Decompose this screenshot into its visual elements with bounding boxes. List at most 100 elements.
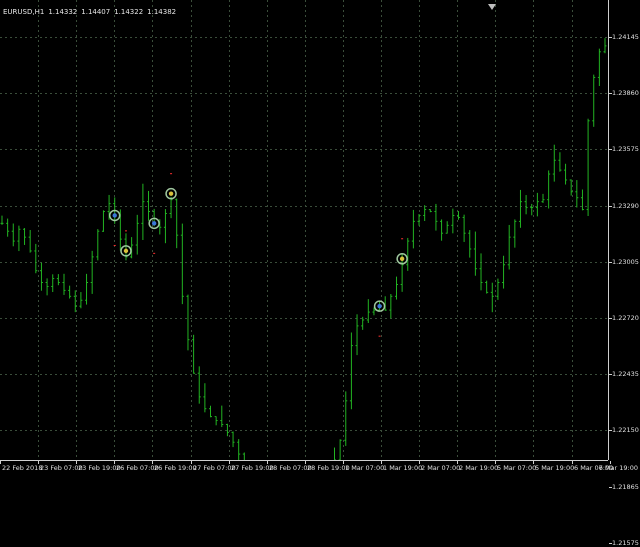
time-tick [457, 461, 458, 464]
candle [541, 193, 545, 203]
time-label: 22 Feb 2018 [2, 464, 43, 472]
candle [468, 230, 472, 258]
candle [473, 231, 477, 276]
candle [225, 423, 229, 437]
candle [513, 219, 517, 248]
candle [333, 447, 336, 460]
candle [203, 383, 207, 413]
time-label: 5 Mar 07:00 [497, 464, 537, 472]
candle [547, 170, 551, 209]
candle [349, 332, 353, 410]
candle [490, 282, 494, 313]
chart-window[interactable]: EURUSD,H1 1.14332 1.14407 1.14322 1.14382 1.… [0, 0, 640, 547]
candle [163, 209, 167, 244]
time-tick [152, 461, 153, 464]
candle [440, 219, 444, 241]
candle [180, 223, 184, 305]
signal-dot [112, 213, 117, 218]
price-axis[interactable]: 1.24145 1.23860 1.23575 1.23290 1.23005 1.227… [608, 0, 640, 547]
time-label: 26 Feb 19:00 [154, 464, 197, 472]
time-tick [267, 461, 268, 464]
candle [237, 439, 241, 460]
candle [524, 195, 528, 215]
candle [197, 366, 201, 404]
candle [90, 250, 94, 294]
candles [0, 38, 607, 460]
candle [366, 299, 370, 323]
time-tick [229, 461, 230, 464]
candle [456, 211, 460, 220]
chart-shift-marker[interactable] [488, 4, 496, 10]
candle [28, 229, 32, 253]
time-tick [0, 461, 1, 464]
price-label: 1.24145 [612, 33, 639, 41]
close-price: 1.14382 [147, 8, 177, 16]
grid-lines [0, 0, 608, 460]
candle [479, 253, 483, 291]
price-label: 1.23290 [612, 202, 639, 210]
candle [496, 278, 500, 300]
candle [417, 214, 421, 226]
time-label: 5 Mar 19:00 [535, 464, 575, 472]
buy-signal-icon [148, 217, 160, 254]
candle [586, 118, 590, 216]
candle [502, 255, 506, 289]
candle [485, 280, 489, 294]
signal-dot [399, 256, 405, 261]
candle [214, 416, 218, 426]
time-tick [419, 461, 420, 464]
time-label: 1 Mar 19:00 [383, 464, 423, 472]
candle [231, 431, 235, 448]
candlestick-chart[interactable] [0, 0, 608, 460]
candle [209, 405, 213, 418]
candle [592, 74, 596, 127]
candle [580, 189, 584, 211]
time-label: 23 Feb 19:00 [78, 464, 121, 472]
time-label: 23 Feb 07:00 [40, 464, 83, 472]
candle [192, 334, 196, 374]
candle [51, 274, 55, 293]
candle [389, 294, 393, 319]
time-tick [76, 461, 77, 464]
time-label: 26 Feb 07:00 [116, 464, 159, 472]
candle [242, 452, 245, 460]
candle [79, 292, 83, 309]
candle [39, 262, 43, 291]
candle [68, 285, 72, 299]
time-label: 28 Feb 19:00 [307, 464, 350, 472]
price-label: 1.23005 [612, 258, 639, 266]
open-price: 1.14332 [48, 8, 78, 16]
candle [428, 209, 432, 213]
candle [558, 152, 562, 172]
price-label: 1.23575 [612, 145, 639, 153]
candle [34, 243, 38, 274]
candle [518, 189, 522, 228]
chart-header: EURUSD,H1 1.14332 1.14407 1.14322 1.14382 [3, 8, 180, 16]
sell-signal-icon [396, 238, 408, 265]
sell-signal-icon [165, 173, 177, 200]
low-price: 1.14322 [114, 8, 144, 16]
candle [575, 180, 579, 208]
time-tick [533, 461, 534, 464]
candle [564, 163, 568, 185]
candle [96, 229, 100, 261]
candle [530, 203, 534, 216]
candle [603, 38, 607, 54]
candle [135, 214, 139, 255]
candle [434, 203, 438, 231]
candle [186, 294, 190, 351]
candle [411, 209, 415, 249]
candle [451, 208, 455, 234]
time-axis[interactable]: 22 Feb 2018 23 Feb 07:00 23 Feb 19:00 26 Fe… [0, 460, 638, 481]
price-label: 1.23860 [612, 89, 639, 97]
candle [423, 205, 427, 221]
plot-area[interactable]: EURUSD,H1 1.14332 1.14407 1.14322 1.14382 [0, 0, 608, 460]
price-label: 1.22150 [612, 426, 639, 434]
candle [175, 198, 179, 249]
candle [23, 228, 27, 245]
candle [11, 223, 15, 247]
price-label: 1.21575 [612, 539, 639, 547]
candle [17, 225, 21, 252]
candle [62, 273, 66, 295]
signal-dot [168, 191, 174, 196]
